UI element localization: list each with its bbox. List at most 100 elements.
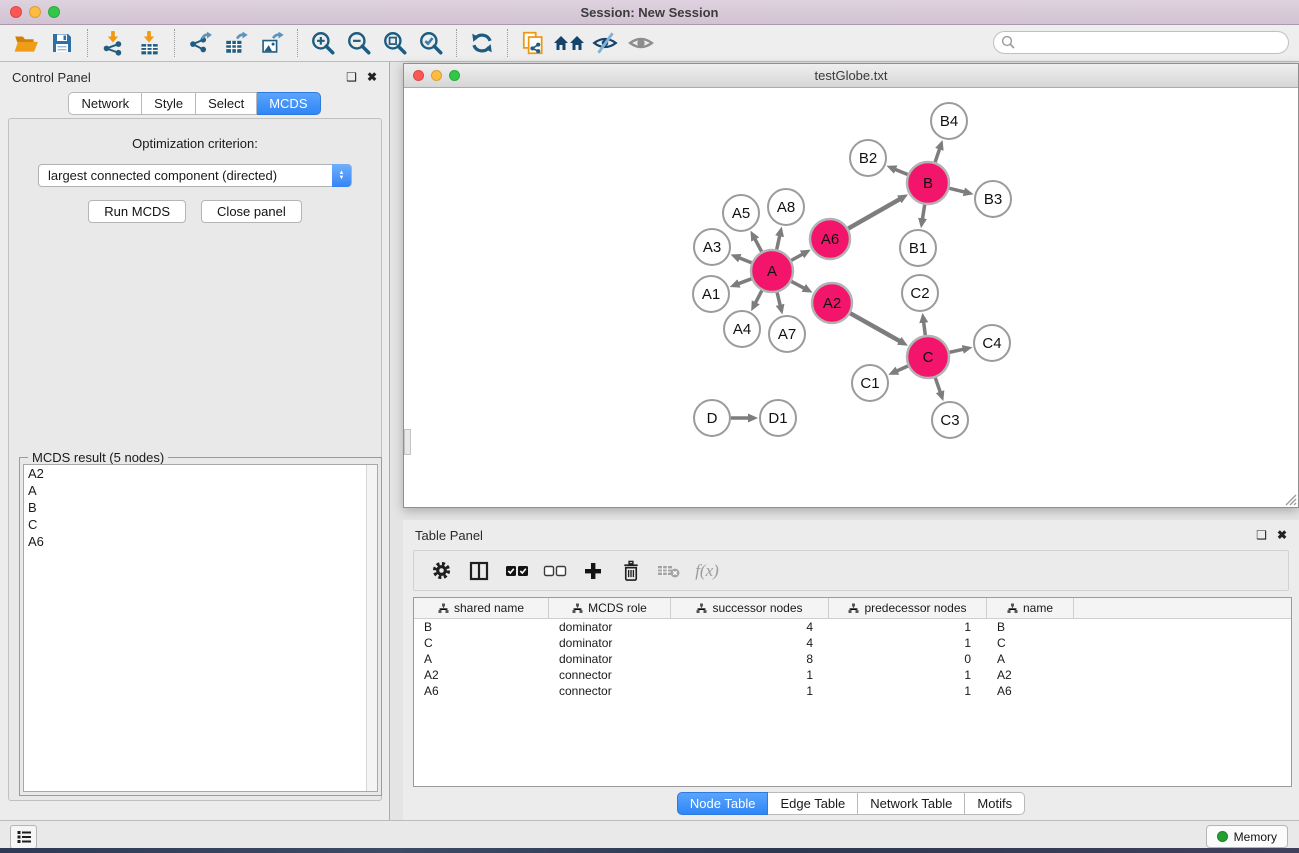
graph-edge-A-A8[interactable] xyxy=(777,235,780,249)
zoom-fit-button[interactable] xyxy=(377,27,413,59)
table-row[interactable]: Bdominator41B xyxy=(414,619,1291,635)
table-cell[interactable]: 0 xyxy=(829,652,987,666)
close-window-button[interactable] xyxy=(10,6,22,18)
search-input[interactable] xyxy=(993,31,1289,54)
graph-node-A4[interactable]: A4 xyxy=(724,311,760,347)
tab-style[interactable]: Style xyxy=(142,92,196,115)
float-panel-icon[interactable]: ❑ xyxy=(1256,529,1267,541)
select-all-columns-button[interactable] xyxy=(500,556,534,586)
function-builder-button[interactable]: f(x) xyxy=(690,556,724,586)
zoom-selected-button[interactable] xyxy=(413,27,449,59)
graph-edge-C-C4[interactable] xyxy=(950,349,964,352)
graph-edge-A-A7[interactable] xyxy=(777,292,780,305)
column-header-mcds-role[interactable]: MCDS role xyxy=(549,598,671,618)
table-cell[interactable]: 1 xyxy=(829,684,987,698)
table-cell[interactable]: A2 xyxy=(987,668,1074,682)
mcds-result-item[interactable]: A2 xyxy=(24,465,377,482)
graph-edge-B-B4[interactable] xyxy=(935,149,940,163)
mcds-result-item[interactable]: C xyxy=(24,516,377,533)
export-network-button[interactable] xyxy=(182,27,218,59)
table-cell[interactable]: dominator xyxy=(549,636,671,650)
table-panel-titlebar[interactable]: Table Panel ❑ ✖ xyxy=(403,520,1299,550)
mcds-result-item[interactable]: A6 xyxy=(24,533,377,550)
zoom-window-button[interactable] xyxy=(48,6,60,18)
export-image-button[interactable] xyxy=(254,27,290,59)
table-tab-edge-table[interactable]: Edge Table xyxy=(768,792,858,815)
app-titlebar[interactable]: Session: New Session xyxy=(0,0,1299,25)
graph-node-B1[interactable]: B1 xyxy=(900,230,936,266)
graph-node-A1[interactable]: A1 xyxy=(693,276,729,312)
table-cell[interactable]: B xyxy=(414,620,549,634)
delete-column-button[interactable] xyxy=(614,556,648,586)
column-header-shared-name[interactable]: shared name xyxy=(414,598,549,618)
table-settings-button[interactable] xyxy=(424,556,458,586)
graph-edge-A-A4[interactable] xyxy=(755,291,762,304)
new-network-from-selection-button[interactable] xyxy=(515,27,551,59)
graph-edge-A2-C[interactable] xyxy=(850,313,900,341)
show-all-button[interactable] xyxy=(623,27,659,59)
graph-node-A6[interactable]: A6 xyxy=(810,219,850,259)
table-cell[interactable]: 1 xyxy=(671,668,829,682)
table-cell[interactable]: connector xyxy=(549,668,671,682)
close-panel-button[interactable]: Close panel xyxy=(201,200,302,223)
table-row[interactable]: A6connector11A6 xyxy=(414,683,1291,699)
table-cell[interactable]: connector xyxy=(549,684,671,698)
graph-node-A5[interactable]: A5 xyxy=(723,195,759,231)
mcds-result-item[interactable]: B xyxy=(24,499,377,516)
refresh-button[interactable] xyxy=(464,27,500,59)
zoom-out-button[interactable] xyxy=(341,27,377,59)
table-row[interactable]: Cdominator41C xyxy=(414,635,1291,651)
graph-node-D[interactable]: D xyxy=(694,400,730,436)
table-cell[interactable]: A2 xyxy=(414,668,549,682)
tab-select[interactable]: Select xyxy=(196,92,257,115)
table-cell[interactable]: 1 xyxy=(829,620,987,634)
graph-node-B2[interactable]: B2 xyxy=(850,140,886,176)
graph-node-D1[interactable]: D1 xyxy=(760,400,796,436)
graph-edge-B-B3[interactable] xyxy=(949,188,964,192)
graph-node-C[interactable]: C xyxy=(907,336,949,378)
create-column-button[interactable] xyxy=(576,556,610,586)
float-panel-icon[interactable]: ❑ xyxy=(346,71,357,83)
import-network-button[interactable] xyxy=(95,27,131,59)
table-cell[interactable]: dominator xyxy=(549,652,671,666)
table-cell[interactable]: 4 xyxy=(671,636,829,650)
save-session-button[interactable] xyxy=(44,27,80,59)
graph-edge-A-A3[interactable] xyxy=(739,258,752,263)
network-canvas[interactable]: AA1A3A5A8A4A7A6A2BB2B4B3B1CC2C4C1C3DD1 xyxy=(404,88,1298,507)
open-session-button[interactable] xyxy=(8,27,44,59)
table-cell[interactable]: 1 xyxy=(829,668,987,682)
graph-edge-B-B2[interactable] xyxy=(895,169,908,174)
import-table-button[interactable] xyxy=(131,27,167,59)
network-window-titlebar[interactable]: testGlobe.txt xyxy=(404,64,1298,88)
network-close-button[interactable] xyxy=(413,70,424,81)
tab-mcds[interactable]: MCDS xyxy=(257,92,320,115)
memory-button[interactable]: Memory xyxy=(1206,825,1288,848)
graph-node-C4[interactable]: C4 xyxy=(974,325,1010,361)
network-graph[interactable]: AA1A3A5A8A4A7A6A2BB2B4B3B1CC2C4C1C3DD1 xyxy=(404,88,1298,507)
column-header-predecessor-nodes[interactable]: predecessor nodes xyxy=(829,598,987,618)
show-columns-button[interactable] xyxy=(462,556,496,586)
canvas-splitter-grip[interactable] xyxy=(404,429,411,455)
hide-selected-button[interactable] xyxy=(587,27,623,59)
column-header-successor-nodes[interactable]: successor nodes xyxy=(671,598,829,618)
graph-node-A8[interactable]: A8 xyxy=(768,189,804,225)
table-cell[interactable]: 4 xyxy=(671,620,829,634)
table-cell[interactable]: 1 xyxy=(671,684,829,698)
mcds-result-item[interactable]: A xyxy=(24,482,377,499)
column-header-name[interactable]: name xyxy=(987,598,1074,618)
zoom-in-button[interactable] xyxy=(305,27,341,59)
graph-node-A3[interactable]: A3 xyxy=(694,229,730,265)
graph-edge-B-B1[interactable] xyxy=(922,205,924,220)
mcds-result-list[interactable]: A2ABCA6 xyxy=(23,464,378,792)
graph-edge-C-C2[interactable] xyxy=(924,322,926,335)
first-neighbors-button[interactable] xyxy=(551,27,587,59)
graph-node-B4[interactable]: B4 xyxy=(931,103,967,139)
graph-node-B[interactable]: B xyxy=(907,162,949,204)
graph-edge-A-A2[interactable] xyxy=(791,281,804,288)
graph-edge-A-A5[interactable] xyxy=(755,239,762,252)
criterion-select[interactable]: largest connected component (directed) ▲… xyxy=(38,164,352,187)
graph-edge-A-A1[interactable] xyxy=(738,279,751,284)
table-cell[interactable]: A xyxy=(987,652,1074,666)
network-zoom-button[interactable] xyxy=(449,70,460,81)
graph-edge-A-A6[interactable] xyxy=(791,254,803,260)
